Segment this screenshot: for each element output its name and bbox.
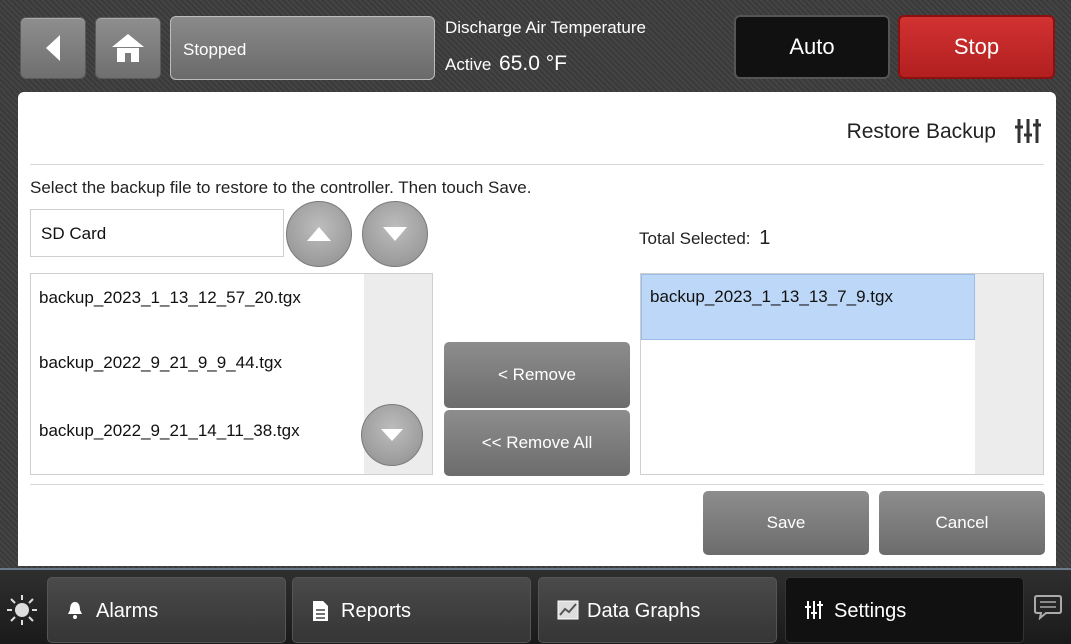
line-graph-icon <box>557 600 579 620</box>
active-value: 65.0 °F <box>499 52 567 75</box>
home-button[interactable] <box>95 17 161 79</box>
tab-alarms-label: Alarms <box>96 600 159 622</box>
list-item[interactable]: backup_2022_9_21_9_9_44.tgx <box>39 353 282 373</box>
tab-data-graphs[interactable]: Data Graphs <box>538 577 777 643</box>
cancel-button[interactable]: Cancel <box>879 491 1045 555</box>
selected-list-item[interactable]: backup_2023_1_13_13_7_9.tgx <box>641 274 975 340</box>
source-down-button[interactable] <box>362 201 428 267</box>
auto-button[interactable]: Auto <box>734 15 890 79</box>
divider <box>30 484 1044 485</box>
document-icon <box>313 601 328 621</box>
chevron-down-icon <box>381 429 403 441</box>
tab-reports-label: Reports <box>341 600 412 622</box>
save-button[interactable]: Save <box>703 491 869 555</box>
selected-list-scrollbar[interactable] <box>975 274 1043 474</box>
list-scroll-down-button[interactable] <box>361 404 423 466</box>
back-arrow-icon <box>46 35 60 61</box>
message-icon[interactable] <box>1034 594 1062 620</box>
bottom-nav-bar: Alarms Reports Data Graphs Settings <box>0 568 1071 644</box>
status-display[interactable]: Stopped <box>170 16 435 80</box>
list-item[interactable]: backup_2022_9_21_14_11_38.tgx <box>39 421 300 441</box>
tab-alarms[interactable]: Alarms <box>47 577 286 643</box>
chevron-down-icon <box>383 227 407 241</box>
instructions-text: Select the backup file to restore to the… <box>30 178 532 197</box>
available-files-list: backup_2023_1_13_12_57_20.tgx backup_202… <box>30 273 433 475</box>
total-selected: Total Selected: 1 <box>639 227 770 250</box>
tab-settings-label: Settings <box>834 600 907 622</box>
back-button[interactable] <box>20 17 86 79</box>
tab-settings[interactable]: Settings <box>785 577 1024 643</box>
tab-data-graphs-label: Data Graphs <box>587 600 701 622</box>
tab-reports[interactable]: Reports <box>292 577 531 643</box>
divider <box>30 164 1044 165</box>
sensor-reading: Active 65.0 °F <box>445 52 567 76</box>
page-title: Restore Backup <box>846 120 996 143</box>
active-prefix: Active <box>445 55 492 74</box>
settings-sliders-icon <box>805 601 823 619</box>
total-selected-value: 1 <box>759 227 771 249</box>
remove-all-button[interactable]: << Remove All <box>444 410 630 476</box>
selected-files-list: backup_2023_1_13_13_7_9.tgx <box>640 273 1044 475</box>
remove-button[interactable]: < Remove <box>444 342 630 408</box>
list-item[interactable]: backup_2023_1_13_12_57_20.tgx <box>39 288 301 308</box>
stop-button[interactable]: Stop <box>898 15 1055 79</box>
restore-backup-panel: Restore Backup Select the backup file to… <box>18 92 1056 566</box>
chevron-up-icon <box>307 227 331 241</box>
source-selector[interactable]: SD Card <box>30 209 284 257</box>
settings-sliders-icon <box>1015 119 1041 143</box>
top-bar: Stopped Discharge Air Temperature Active… <box>0 0 1071 92</box>
home-icon <box>112 34 144 62</box>
source-up-button[interactable] <box>286 201 352 267</box>
brightness-icon[interactable] <box>6 594 38 626</box>
bell-icon <box>68 602 82 619</box>
sensor-label: Discharge Air Temperature <box>445 18 646 37</box>
total-selected-label: Total Selected: <box>639 229 751 248</box>
